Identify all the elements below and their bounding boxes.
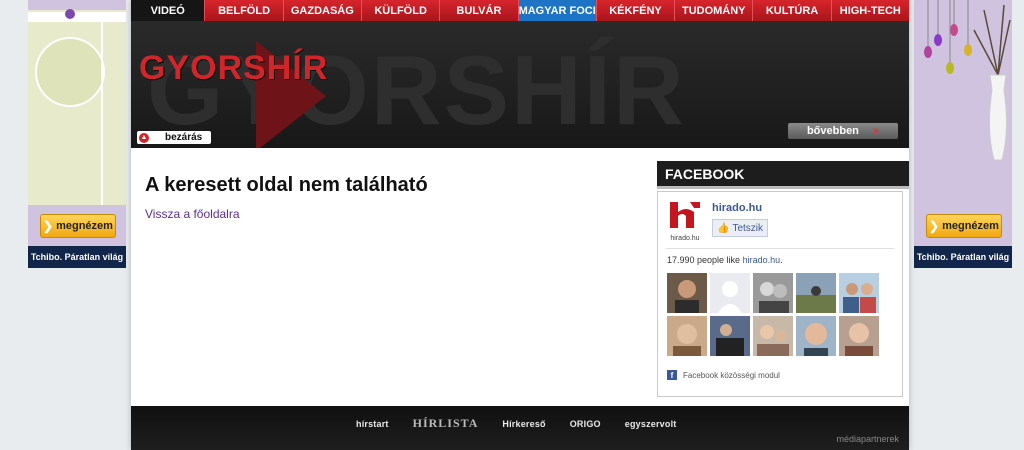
fan-avatar[interactable] bbox=[710, 273, 750, 313]
partner-logos: hírstart HÍRLISTA Hírkereső ORIGO egysze… bbox=[356, 416, 676, 431]
ad-product-image bbox=[28, 0, 126, 205]
nav-item-belfold[interactable]: BELFÖLD bbox=[204, 0, 282, 21]
ad-cta-button[interactable]: ❯ megnézem bbox=[40, 214, 116, 238]
facebook-footer-label[interactable]: Facebook közösségi modul bbox=[683, 371, 780, 380]
close-label: bezárás bbox=[165, 132, 203, 143]
double-chevron-right-icon: » bbox=[872, 125, 880, 137]
facebook-footer: f Facebook közösségi modul bbox=[667, 370, 780, 380]
nav-item-bulvar[interactable]: BULVÁR bbox=[439, 0, 517, 21]
facebook-widget-title: FACEBOOK bbox=[657, 161, 909, 189]
fan-avatar[interactable] bbox=[796, 316, 836, 356]
like-button[interactable]: 👍 Tetszik bbox=[712, 219, 769, 237]
like-count-link[interactable]: hirado.hu bbox=[743, 255, 781, 265]
facebook-page-name[interactable]: hirado.hu bbox=[712, 202, 762, 214]
thumbs-up-icon: 👍 bbox=[717, 222, 730, 234]
back-to-home-link[interactable]: Vissza a főoldalra bbox=[145, 207, 240, 221]
fan-avatar[interactable] bbox=[667, 316, 707, 356]
category-nav: VIDEÓ BELFÖLD GAZDASÁG KÜLFÖLD BULVÁR MA… bbox=[131, 0, 909, 21]
like-count: 17.990 people like hirado.hu. bbox=[667, 255, 783, 265]
facebook-like-box: hirado.hu hirado.hu 👍 Tetszik 17.990 peo… bbox=[657, 191, 903, 397]
partner-logo-hirstart[interactable]: hírstart bbox=[356, 419, 389, 429]
close-banner-button[interactable]: ▲ bezárás bbox=[137, 131, 211, 144]
nav-item-gazdasag[interactable]: GAZDASÁG bbox=[282, 0, 361, 21]
ad-product-image bbox=[914, 0, 1012, 205]
partner-logo-hirlista[interactable]: HÍRLISTA bbox=[413, 416, 479, 431]
partner-logo-hirkereso[interactable]: Hírkereső bbox=[502, 419, 545, 429]
hirado-logo-caption: hirado.hu bbox=[670, 235, 700, 242]
breaking-news-banner: GYORSHÍR GYORSHÍR ▲ bezárás bővebben » bbox=[131, 21, 909, 148]
like-label: Tetszik bbox=[732, 222, 764, 234]
error-heading: A keresett oldal nem található bbox=[145, 174, 428, 196]
partner-logo-egyszervolt[interactable]: egyszervolt bbox=[625, 419, 677, 429]
like-count-suffix: . bbox=[780, 255, 783, 265]
like-count-text: 17.990 people like bbox=[667, 255, 741, 265]
left-side-ad[interactable]: ❯ megnézem Tchibo. Páratlan világ bbox=[28, 0, 126, 268]
ad-brand-bar: Tchibo. Páratlan világ bbox=[914, 246, 1012, 268]
nav-item-video[interactable]: VIDEÓ bbox=[131, 0, 205, 21]
media-partners-footer: hírstart HÍRLISTA Hírkereső ORIGO egysze… bbox=[131, 406, 909, 450]
more-label: bővebben bbox=[806, 125, 859, 137]
hirado-logo[interactable]: hirado.hu bbox=[666, 200, 704, 242]
chevron-right-icon: ❯ bbox=[43, 219, 54, 233]
chevron-right-icon: ❯ bbox=[929, 219, 940, 233]
fan-avatar[interactable] bbox=[839, 273, 879, 313]
nav-item-tudomany[interactable]: TUDOMÁNY bbox=[674, 0, 752, 21]
hirado-logo-icon bbox=[670, 202, 700, 228]
ad-cta-label: megnézem bbox=[942, 220, 999, 232]
page-container: VIDEÓ BELFÖLD GAZDASÁG KÜLFÖLD BULVÁR MA… bbox=[131, 0, 909, 450]
fan-avatar[interactable] bbox=[839, 316, 879, 356]
banner-title: GYORSHÍR bbox=[139, 49, 329, 87]
media-partners-label: médiapartnerek bbox=[836, 434, 899, 444]
nav-item-magyar-foci[interactable]: MAGYAR FOCI bbox=[517, 0, 596, 21]
close-icon: ▲ bbox=[139, 132, 149, 143]
partner-logo-origo[interactable]: ORIGO bbox=[570, 419, 601, 429]
more-button[interactable]: bővebben » bbox=[788, 123, 898, 139]
nav-item-kultura[interactable]: KULTÚRA bbox=[752, 0, 830, 21]
fan-avatar[interactable] bbox=[796, 273, 836, 313]
nav-item-high-tech[interactable]: HIGH-TECH bbox=[830, 0, 909, 21]
right-side-ad[interactable]: ❯ megnézem Tchibo. Páratlan világ bbox=[914, 0, 1012, 268]
nav-item-kekfeny[interactable]: KÉKFÉNY bbox=[595, 0, 674, 21]
facebook-icon: f bbox=[667, 370, 677, 380]
divider bbox=[666, 248, 894, 249]
ad-brand-bar: Tchibo. Páratlan világ bbox=[28, 246, 126, 268]
fan-avatar[interactable] bbox=[667, 273, 707, 313]
fan-avatar[interactable] bbox=[753, 273, 793, 313]
ad-cta-button[interactable]: ❯ megnézem bbox=[926, 214, 1002, 238]
nav-item-kulfold[interactable]: KÜLFÖLD bbox=[360, 0, 439, 21]
fan-avatar[interactable] bbox=[710, 316, 750, 356]
fan-avatar[interactable] bbox=[753, 316, 793, 356]
fan-avatar-grid bbox=[667, 273, 882, 356]
ad-cta-label: megnézem bbox=[56, 220, 113, 232]
